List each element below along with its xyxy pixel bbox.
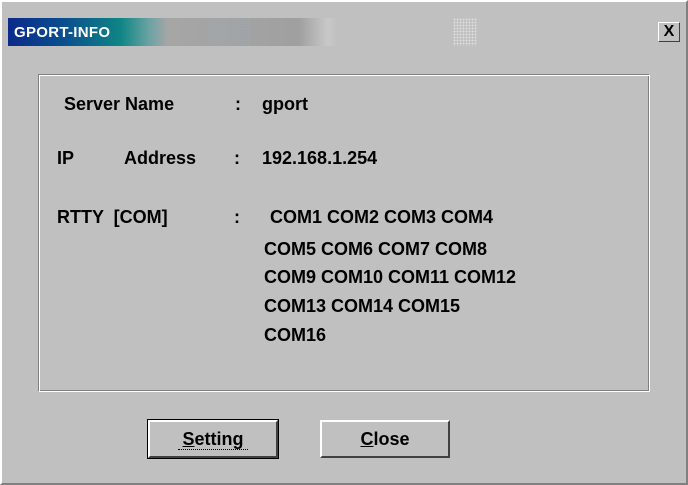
server-name-value: gport [262,94,308,114]
ip-address-label: Address [124,148,197,168]
setting-button-label: Setting [178,429,248,450]
info-panel [38,74,650,392]
title-bar-pattern [453,18,477,46]
rtty-com-label: RTTY [COM] [57,207,168,227]
title-bar[interactable]: GPORT-INFO X [8,18,680,46]
com-port-line: COM1 COM2 COM3 COM4 [270,207,494,227]
title-bar-pattern [208,18,250,46]
close-button-label: Close [360,429,410,449]
server-name-label: Server Name [64,94,175,114]
server-name-colon: : [235,94,241,114]
com-port-line: COM16 [264,325,327,345]
rtty-com-colon: : [234,207,240,227]
close-window-button[interactable]: X [658,22,680,42]
ip-address-value: 192.168.1.254 [262,148,378,168]
close-button[interactable]: Close [320,420,450,458]
com-port-line: COM9 COM10 COM11 COM12 [264,267,517,287]
close-icon: X [663,23,675,40]
setting-button[interactable]: Setting [147,419,279,459]
com-port-line: COM5 COM6 COM7 COM8 [264,239,488,259]
gport-info-dialog: GPORT-INFO X Server Name : gport IP Addr… [0,0,688,485]
ip-address-colon: : [234,148,240,168]
ip-label-prefix: IP [57,148,75,168]
window-title: GPORT-INFO [14,24,111,41]
com-port-line: COM13 COM14 COM15 [264,296,461,316]
